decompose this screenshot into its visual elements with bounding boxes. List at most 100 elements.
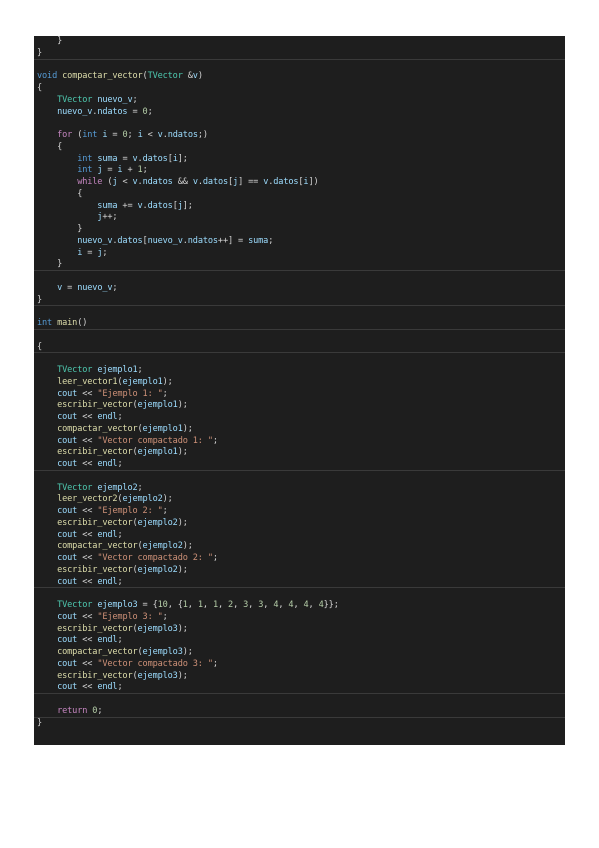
code-token: int [37,318,53,328]
code-token: ; [142,165,148,176]
code-token: << [77,576,98,587]
code-token: ); [182,647,193,657]
code-token: ejemplo2 [142,541,183,552]
code-token: , [278,600,289,610]
code-token: ); [177,670,188,681]
code-token: = [107,130,123,140]
code-token: ejemplo2 [97,482,138,493]
code-token: << [77,611,98,622]
code-line: cout << endl; [34,459,565,471]
code-token: ejemplo1 [137,447,178,458]
code-line: TVector ejemplo3 = {10, {1, 1, 1, 2, 3, … [34,600,565,612]
code-token: } [37,224,83,234]
code-token: cout [57,611,78,622]
code-line: cout << endl; [34,577,565,589]
code-token: "Ejemplo 2: " [97,506,163,516]
code-token: ; [97,705,103,716]
code-line: } [34,259,565,271]
code-token: cout [57,459,78,469]
code-line: int main() [34,318,565,330]
code-token: escribir_vector [57,623,133,634]
code-token: nuevo_v [77,282,113,293]
code-token: for [57,130,73,140]
code-token: ] == [238,177,264,187]
code-token: escribir_vector [57,670,133,681]
code-token: , [248,600,259,610]
code-token: = [82,247,98,258]
code-token: ; [117,576,123,587]
code-token: << [77,506,98,516]
code-token: , { [167,600,183,610]
code-token: ) [197,71,203,82]
code-token: cout [57,635,78,646]
code-token: endl [97,529,118,540]
code-token: cout [57,412,78,422]
code-token: ); [162,494,173,505]
code-token: "Ejemplo 1: " [97,388,163,399]
code-token: ejemplo3 [142,647,183,657]
code-line: j++; [34,212,565,224]
code-line: while (j < v.ndatos && v.datos[j] == v.d… [34,177,565,189]
code-token: }}; [323,600,339,610]
code-token: ; [137,482,143,493]
code-token: ;) [197,130,208,140]
code-token: cout [57,553,78,563]
code-token: << [77,388,98,399]
code-token: ; [212,658,218,669]
code-token: < [142,130,158,140]
code-token: << [77,635,98,646]
code-token: datos [147,200,173,211]
code-token: { [37,141,63,152]
code-token: endl [97,412,118,422]
code-token: ejemplo1 [122,376,163,387]
code-token: << [77,459,98,469]
code-token: main [57,318,78,328]
code-line: compactar_vector(ejemplo2); [34,541,565,553]
code-line: leer_vector1(ejemplo1); [34,377,565,389]
code-token: << [77,529,98,540]
code-token: ; [162,506,168,516]
code-token: << [77,658,98,669]
code-token: compactar_vector [62,71,143,82]
code-line: { [34,342,565,354]
code-token: } [37,259,63,270]
code-token: ; [268,235,274,246]
code-line: } [34,48,565,60]
code-token: , [293,600,304,610]
code-token: ]; [182,200,193,211]
code-token: datos [202,177,229,187]
code-token: ndatos [97,106,128,117]
code-token: ; [117,529,123,540]
code-token: ); [177,623,188,634]
code-token: cout [57,682,78,693]
code-token: ); [182,541,193,552]
code-token: ); [162,376,173,387]
code-token: } [37,294,43,305]
code-token: { [37,83,43,93]
code-line: cout << endl; [34,412,565,424]
code-token: cout [57,506,78,516]
code-token: ; [127,130,138,140]
code-token: nuevo_v [97,94,133,105]
code-line: cout << "Vector compactado 1: "; [34,436,565,448]
code-token: compactar_vector [57,423,138,434]
code-token: escribir_vector [57,517,133,528]
code-token: = [127,106,143,117]
code-line: { [34,189,565,201]
code-token: << [77,435,98,446]
code-token: , [263,600,274,610]
